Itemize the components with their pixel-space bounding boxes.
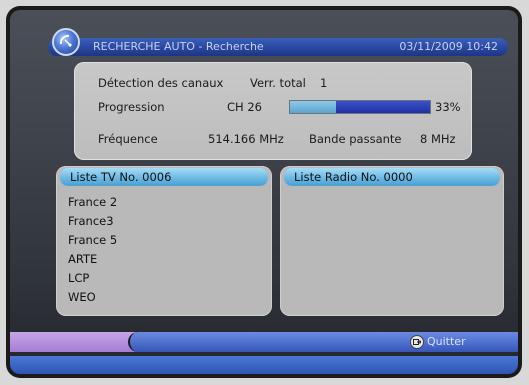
radio-list-title: Liste Radio No. 0000 [294,170,413,184]
tv-frame: RECHERCHE AUTO - Recherche 03/11/2009 10… [6,6,522,378]
datetime: 03/11/2009 10:42 [399,40,498,53]
frequency-value: 514.166 MHz [208,132,284,146]
footer-divider [128,332,160,352]
list-item[interactable]: LCP [68,269,117,288]
radio-list-panel[interactable]: Liste Radio No. 0000 [280,166,504,316]
tv-list-title: Liste TV No. 0006 [70,170,172,184]
tv-list-panel[interactable]: Liste TV No. 0006 France 2 France3 France … [56,166,272,316]
progress-fill [290,101,337,113]
progress-channel: CH 26 [227,100,262,114]
tv-list-header: Liste TV No. 0006 [60,168,268,186]
satellite-dish-icon [52,28,80,56]
tv-channel-list: France 2 France3 France 5 ARTE LCP WEO [68,193,117,307]
lock-label: Verr. total [250,76,306,90]
quit-label: Quitter [427,335,466,348]
progress-remaining [336,101,430,113]
osd-screen: RECHERCHE AUTO - Recherche 03/11/2009 10… [10,10,518,374]
footer-bottom-bar [10,356,518,374]
bandwidth-label: Bande passante [309,132,402,146]
progress-percent: 33% [435,100,461,114]
header-bar: RECHERCHE AUTO - Recherche 03/11/2009 10… [48,38,508,56]
bandwidth-value: 8 MHz [420,132,456,146]
exit-icon [410,335,424,349]
lock-value: 1 [320,76,328,90]
list-item[interactable]: France 5 [68,231,117,250]
list-item[interactable]: France 2 [68,193,117,212]
footer-accent [10,332,136,352]
progress-bar [289,100,431,114]
list-item[interactable]: France3 [68,212,117,231]
radio-list-header: Liste Radio No. 0000 [284,168,500,186]
list-item[interactable]: WEO [68,288,117,307]
scan-info-panel: Détection des canaux Verr. total 1 Progr… [74,62,472,160]
detection-label: Détection des canaux [98,76,224,90]
page-title: RECHERCHE AUTO - Recherche [93,40,264,53]
list-item[interactable]: ARTE [68,250,117,269]
footer-bar: Quitter [10,332,518,352]
frequency-label: Fréquence [98,132,158,146]
progress-label: Progression [98,100,165,114]
